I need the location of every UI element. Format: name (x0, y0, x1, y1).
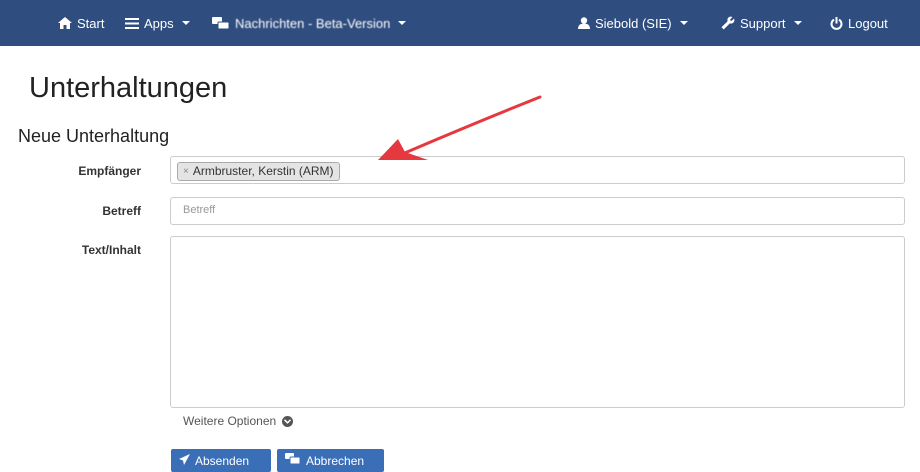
annotation-arrow-icon (378, 95, 542, 160)
